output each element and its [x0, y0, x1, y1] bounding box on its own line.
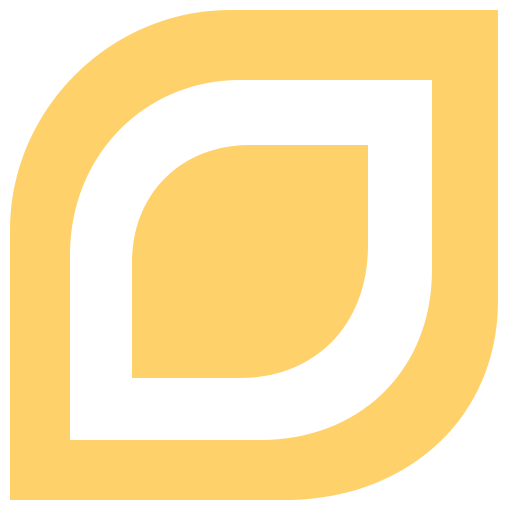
leaf-logo-icon — [10, 10, 498, 500]
app-icon-canvas — [0, 0, 512, 512]
